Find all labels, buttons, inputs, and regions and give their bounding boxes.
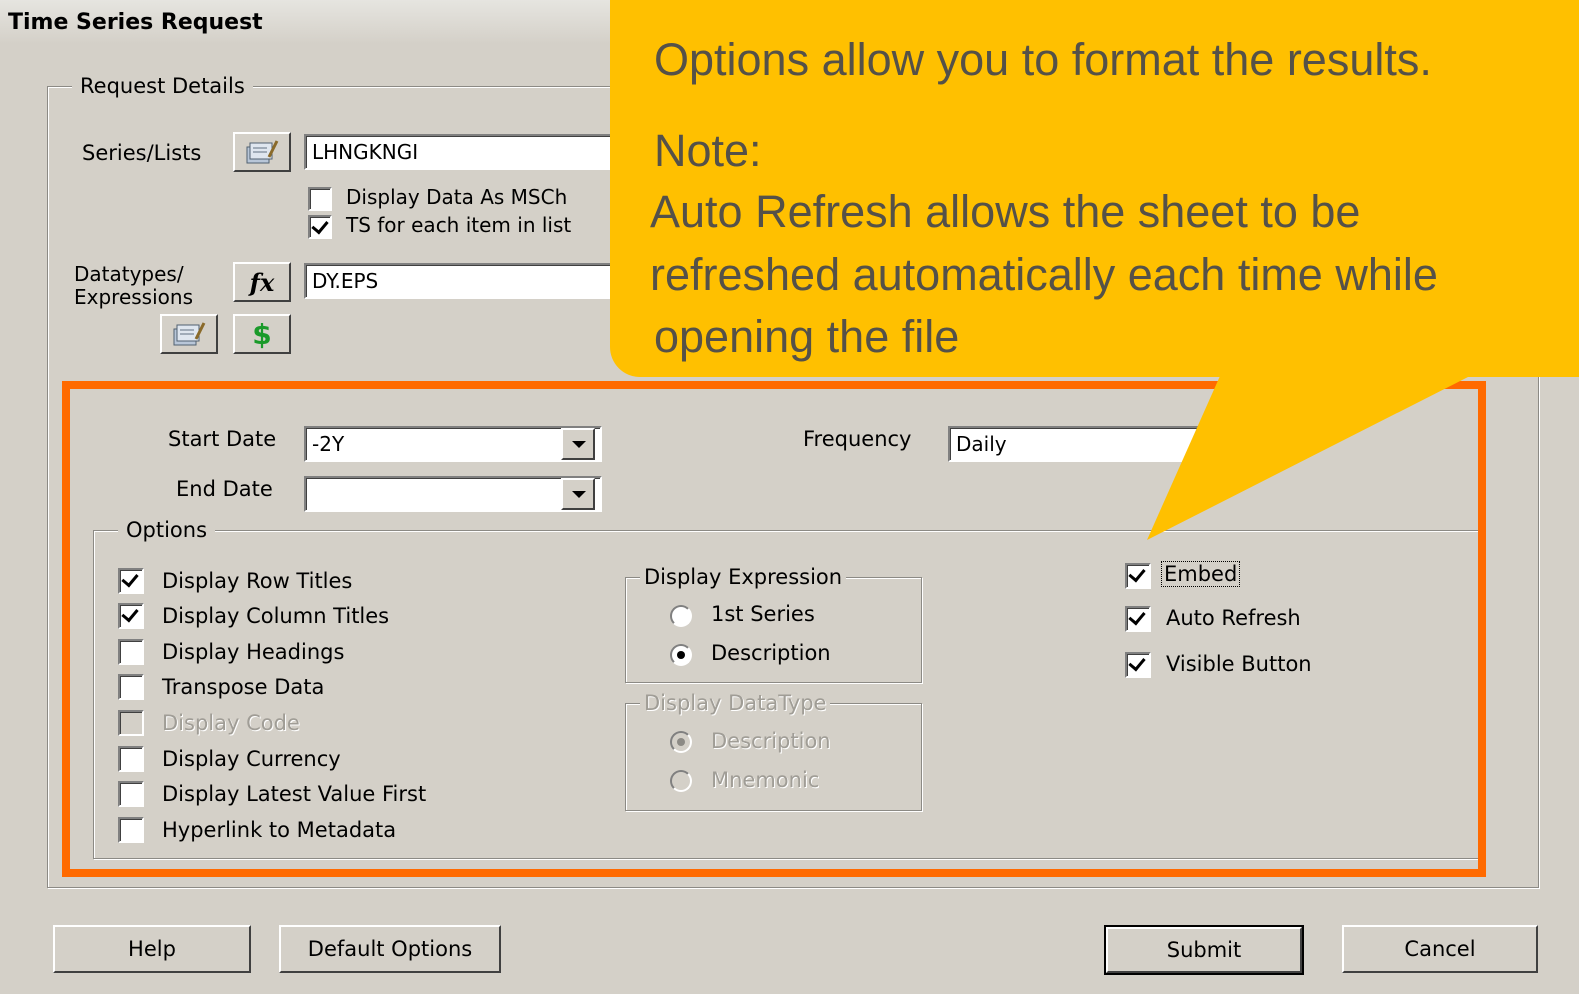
annotation-callout: Options allow you to format the results.…: [610, 0, 1579, 377]
callout-line-1: Options allow you to format the results.: [654, 34, 1432, 85]
callout-line-2: Note:: [654, 125, 762, 176]
callout-line-3: Auto Refresh allows the sheet to be: [650, 186, 1361, 237]
callout-line-5: opening the file: [654, 311, 960, 362]
callout-line-4: refreshed automatically each time while: [650, 249, 1438, 300]
